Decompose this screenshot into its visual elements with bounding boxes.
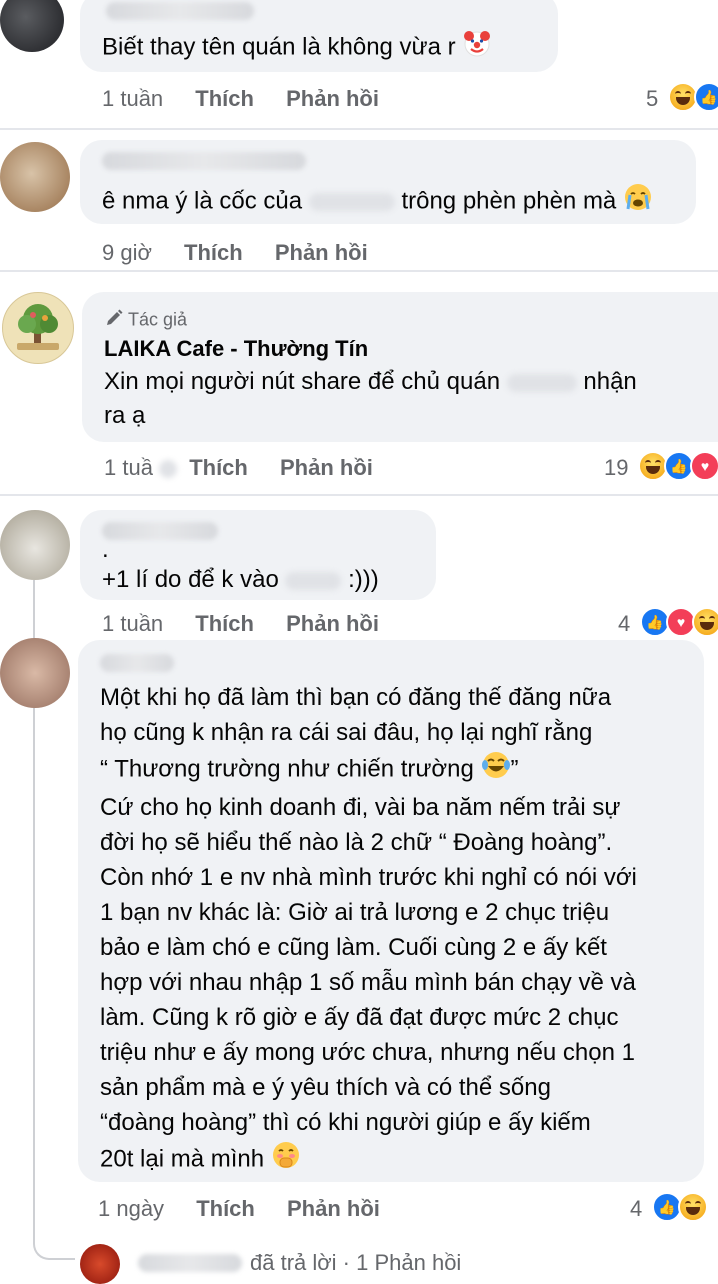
redacted-name — [506, 373, 577, 392]
avatar[interactable] — [0, 510, 70, 580]
comment-text-line: làm. Cũng k rõ giờ e ấy đã đạt được mức … — [100, 1004, 619, 1031]
pencil-icon — [104, 308, 124, 333]
comment-bubble: Một khi họ đã làm thì bạn có đăng thế đă… — [78, 640, 704, 1182]
comment-text-line: hợp với nhau nhập 1 số mẫu mình bán chạy… — [100, 969, 636, 996]
comment-text-line: ra ạ — [104, 402, 146, 429]
comment-text-line: “ Thương trường như chiến trường ” — [100, 750, 637, 790]
comment-time[interactable]: 1 tuầ — [104, 455, 153, 480]
comment-text-line: 20t lại mà mình — [100, 1140, 637, 1180]
author-badge: Tác giả — [104, 308, 187, 333]
comment-text-line: 1 bạn nv khác là: Giờ ai trả lương e 2 c… — [100, 899, 610, 926]
comment-text-line: sản phẩm mà e ý yêu thích và có thể sống — [100, 1074, 551, 1101]
author-name[interactable]: LAIKA Cafe - Thường Tín — [104, 336, 368, 362]
comment-meta: 1 ngày Thích Phản hồi — [98, 1196, 380, 1222]
avatar[interactable] — [0, 638, 70, 708]
crying-emoji — [623, 182, 653, 222]
reply-button[interactable]: Phản hồi — [280, 455, 373, 480]
like-reaction-icon: 👍 — [694, 82, 718, 112]
laughing-tears-emoji — [481, 750, 511, 790]
comment-time[interactable]: 1 ngày — [98, 1196, 164, 1221]
divider — [0, 494, 718, 496]
avatar[interactable] — [0, 0, 64, 52]
reply-avatar[interactable] — [80, 1244, 120, 1284]
redacted-name — [308, 193, 395, 211]
comment-meta: 1 tuầ Thích Phản hồi — [104, 455, 373, 481]
author-name-blurred[interactable] — [106, 2, 254, 20]
like-button[interactable]: Thích — [195, 86, 254, 111]
love-reaction-icon: ♥ — [690, 451, 718, 481]
comment-text: Biết thay tên quán là không vừa r — [102, 28, 492, 68]
reaction-count[interactable]: 19 — [604, 455, 628, 481]
haha-reaction-icon — [692, 607, 718, 637]
comment-text-line: Còn nhớ 1 e nv nhà mình trước khi nghỉ c… — [100, 864, 637, 891]
comment-text: +1 lí do để k vào :))) — [102, 566, 379, 593]
comment-meta: 9 giờ Thích Phản hồi — [102, 240, 368, 266]
laika-logo-icon — [17, 304, 59, 350]
comment-time[interactable]: 1 tuần — [102, 611, 163, 636]
like-button[interactable]: Thích — [189, 455, 248, 480]
comment-text-line: đời họ sẽ hiểu thế nào là 2 chữ “ Đoàng … — [100, 829, 613, 856]
comment-text: Xin mọi người nút share để chủ quán nhận — [104, 368, 637, 395]
divider — [0, 128, 718, 130]
reaction-count[interactable]: 4 — [618, 611, 630, 637]
reply-button[interactable]: Phản hồi — [286, 611, 379, 636]
view-replies-link[interactable]: đã trả lời · 1 Phản hồi — [250, 1250, 461, 1276]
haha-reaction-icon — [678, 1192, 708, 1222]
reply-button[interactable]: Phản hồi — [287, 1196, 380, 1221]
author-name-blurred[interactable] — [102, 522, 218, 540]
divider — [0, 270, 718, 272]
avatar[interactable] — [0, 142, 70, 212]
reply-button[interactable]: Phản hồi — [275, 240, 368, 265]
comment-text-line: Cứ cho họ kinh doanh đi, vài ba năm nếm … — [100, 794, 621, 821]
comment-bubble: Tác giả LAIKA Cafe - Thường Tín Xin mọi … — [82, 292, 718, 442]
comment-time[interactable]: 9 giờ — [102, 240, 152, 265]
comment-time[interactable]: 1 tuần — [102, 86, 163, 111]
comment-meta: 1 tuần Thích Phản hồi — [102, 86, 379, 112]
comment-bubble: . +1 lí do để k vào :))) — [80, 510, 436, 600]
page-avatar-laika[interactable] — [2, 292, 74, 364]
author-name-blurred[interactable] — [102, 152, 306, 170]
redacted-name — [285, 571, 342, 590]
comment-text-line: triệu như e ấy mong ước chưa, nhưng nếu … — [100, 1039, 635, 1066]
comment-text-line: bảo e làm chó e cũng làm. Cuối cùng 2 e … — [100, 934, 607, 961]
comment-body: Một khi họ đã làm thì bạn có đăng thế đă… — [100, 680, 637, 1180]
redacted-fragment — [159, 460, 178, 479]
reaction-count[interactable]: 5 — [646, 86, 658, 112]
clown-emoji — [462, 28, 492, 68]
reply-button[interactable]: Phản hồi — [286, 86, 379, 111]
comment-text-line: họ cũng k nhận ra cái sai đâu, họ lại ng… — [100, 719, 593, 746]
like-button[interactable]: Thích — [184, 240, 243, 265]
comment-text-line: Một khi họ đã làm thì bạn có đăng thế đă… — [100, 684, 612, 711]
reaction-count[interactable]: 4 — [630, 1196, 642, 1222]
reply-connector — [33, 1232, 75, 1260]
author-name-blurred[interactable] — [100, 654, 174, 672]
comment-text-line: “đoàng hoàng” thì có khi người giúp e ấy… — [100, 1109, 591, 1136]
like-button[interactable]: Thích — [195, 611, 254, 636]
comment-text: ê nma ý là cốc của trông phèn phèn mà — [102, 182, 653, 222]
reply-author-blurred[interactable] — [138, 1254, 242, 1272]
comment-bubble: Biết thay tên quán là không vừa r — [80, 0, 558, 72]
comment-bubble: ê nma ý là cốc của trông phèn phèn mà — [80, 140, 696, 224]
like-button[interactable]: Thích — [196, 1196, 255, 1221]
hand-over-mouth-emoji — [271, 1140, 301, 1180]
comment-meta: 1 tuần Thích Phản hồi — [102, 611, 379, 637]
